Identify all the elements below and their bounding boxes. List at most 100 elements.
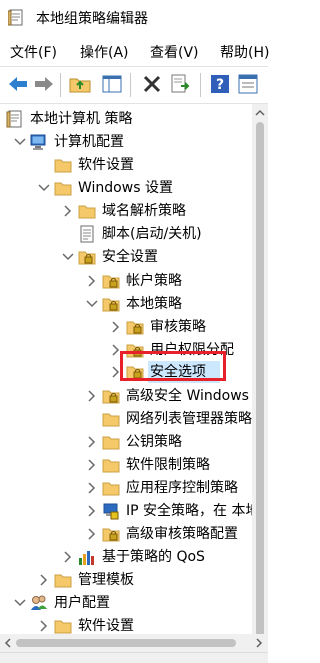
tree-node-label: 本地计算机 策略 (30, 111, 133, 127)
tree-node[interactable]: 高级安全 Windows Defender 防火墙 (0, 385, 252, 408)
tree-node[interactable]: Windows 设置 (0, 177, 252, 200)
policy-tree[interactable]: 本地计算机 策略计算机配置软件设置 Windows 设置域名解析策略 脚本(启动/关… (0, 104, 252, 634)
tree-node-label: 域名解析策略 (102, 203, 186, 219)
chevron-right-icon[interactable] (86, 274, 98, 288)
policy-editor-app-icon (8, 9, 23, 26)
tree-node[interactable]: 软件设置 (0, 615, 252, 634)
tree-node-label: 脚本(启动/关机) (102, 226, 202, 242)
back-icon[interactable] (6, 72, 30, 96)
tree-node-label: 公钥策略 (126, 434, 182, 450)
tree-node[interactable]: 管理模板 (0, 569, 252, 592)
policy-document-icon (6, 110, 22, 128)
tree-node-label: 安全设置 (102, 249, 158, 265)
properties-icon[interactable] (236, 72, 260, 96)
folder-icon (102, 459, 120, 473)
toolbar-separator (200, 73, 201, 97)
tree-node-label: 帐户策略 (126, 273, 182, 289)
tree-node-label: 网络列表管理器策略 (126, 411, 252, 427)
folder-icon (102, 482, 120, 496)
folder-icon (102, 436, 120, 450)
tree-node[interactable]: 脚本(启动/关机) (0, 223, 252, 246)
scroll-left-arrow-icon[interactable] (3, 638, 13, 648)
tree-node-label: 软件限制策略 (126, 457, 210, 473)
chevron-down-icon[interactable] (14, 596, 26, 610)
delete-icon[interactable] (140, 72, 164, 96)
menu-help[interactable]: 帮助(H) (220, 42, 269, 62)
tree-node-label: 高级审核策略配置 (126, 526, 238, 542)
tree-node[interactable]: 公钥策略 (0, 431, 252, 454)
horizontal-scroll-thumb[interactable] (16, 639, 236, 647)
svg-text:?: ? (216, 77, 224, 93)
tree-node[interactable]: 安全选项 (0, 351, 252, 384)
tree-node[interactable]: 计算机配置 (0, 131, 252, 154)
chevron-down-icon[interactable] (62, 250, 74, 264)
folder-icon (102, 413, 120, 427)
vertical-scrollbar[interactable] (252, 104, 268, 642)
vertical-scroll-thumb[interactable] (256, 122, 264, 642)
menu-action[interactable]: 操作(A) (80, 42, 129, 62)
locked-folder-icon (102, 298, 120, 312)
chevron-right-icon[interactable] (38, 573, 50, 587)
locked-folder-icon (102, 528, 120, 542)
chevron-right-icon[interactable] (86, 435, 98, 449)
chevron-down-icon[interactable] (86, 297, 98, 311)
chevron-right-icon[interactable] (62, 204, 74, 218)
toolbar-separator (60, 73, 61, 97)
chevron-right-icon[interactable] (62, 550, 74, 564)
tree-node-label: 高级安全 Windows Defender 防火墙 (126, 388, 252, 404)
tree-node-label: 基于策略的 QoS (102, 549, 205, 565)
tree-node[interactable]: 高级审核策略配置 (0, 523, 252, 546)
chevron-right-icon[interactable] (38, 619, 50, 633)
window-title: 本地组策略编辑器 (36, 11, 148, 27)
tree-node[interactable]: 软件限制策略 (0, 454, 252, 477)
chevron-right-icon[interactable] (86, 389, 98, 403)
tree-node[interactable]: 基于策略的 QoS (0, 546, 252, 569)
security-settings-icon (78, 251, 96, 265)
tree-node[interactable]: 应用程序控制策略 (0, 477, 252, 500)
chevron-right-icon[interactable] (86, 458, 98, 472)
tree-node[interactable]: 安全设置 (0, 246, 252, 269)
tree-node[interactable]: 软件设置 (0, 154, 252, 177)
chevron-down-icon[interactable] (38, 181, 50, 195)
tree-node[interactable]: 域名解析策略 (0, 200, 252, 223)
chevron-right-icon[interactable] (86, 481, 98, 495)
folder-icon (54, 574, 72, 588)
tree-node-label: 计算机配置 (54, 134, 124, 150)
tree-node[interactable]: IP 安全策略，在 本地计算机 (0, 500, 252, 523)
user-icon (31, 595, 47, 610)
tree-node-label: 管理模板 (78, 572, 134, 588)
annotation-highlight-box (120, 351, 226, 381)
menu-file[interactable]: 文件(F) (10, 42, 57, 62)
locked-folder-icon (126, 321, 144, 335)
tree-node[interactable]: 网络列表管理器策略 (0, 408, 252, 431)
scroll-up-arrow-icon[interactable] (255, 108, 265, 118)
menu-view[interactable]: 查看(V) (150, 42, 199, 62)
horizontal-scrollbar[interactable] (0, 634, 268, 652)
show-hide-tree-icon[interactable] (100, 72, 124, 96)
forward-icon[interactable] (32, 72, 56, 96)
chevron-right-icon[interactable] (86, 527, 98, 541)
chevron-right-icon[interactable] (86, 504, 98, 518)
tree-node[interactable]: 用户配置 (0, 592, 252, 615)
tree-node-label: IP 安全策略，在 本地计算机 (126, 503, 252, 519)
toolbar-separator (130, 73, 131, 97)
tree-node[interactable]: 审核策略 (0, 316, 252, 339)
tree-node-label: 审核策略 (150, 319, 206, 335)
chevron-right-icon[interactable] (110, 320, 122, 334)
export-list-icon[interactable] (168, 72, 192, 96)
tree-node[interactable]: 本地计算机 策略 (0, 108, 252, 131)
folder-icon (54, 159, 72, 173)
tree-node-label: Windows 设置 (78, 180, 173, 196)
tree-node-label: 软件设置 (78, 618, 134, 634)
scroll-right-arrow-icon[interactable] (254, 638, 264, 648)
script-icon (80, 225, 94, 243)
locked-folder-icon (102, 390, 120, 404)
up-folder-icon[interactable] (68, 72, 92, 96)
title-bar: 本地组策略编辑器 (0, 0, 268, 36)
tree-node[interactable]: 帐户策略 (0, 270, 252, 293)
toolbar: ? (0, 66, 268, 104)
chevron-down-icon[interactable] (14, 135, 26, 149)
folder-icon (54, 182, 72, 196)
tree-node[interactable]: 本地策略 (0, 293, 252, 316)
help-icon[interactable]: ? (208, 72, 232, 96)
